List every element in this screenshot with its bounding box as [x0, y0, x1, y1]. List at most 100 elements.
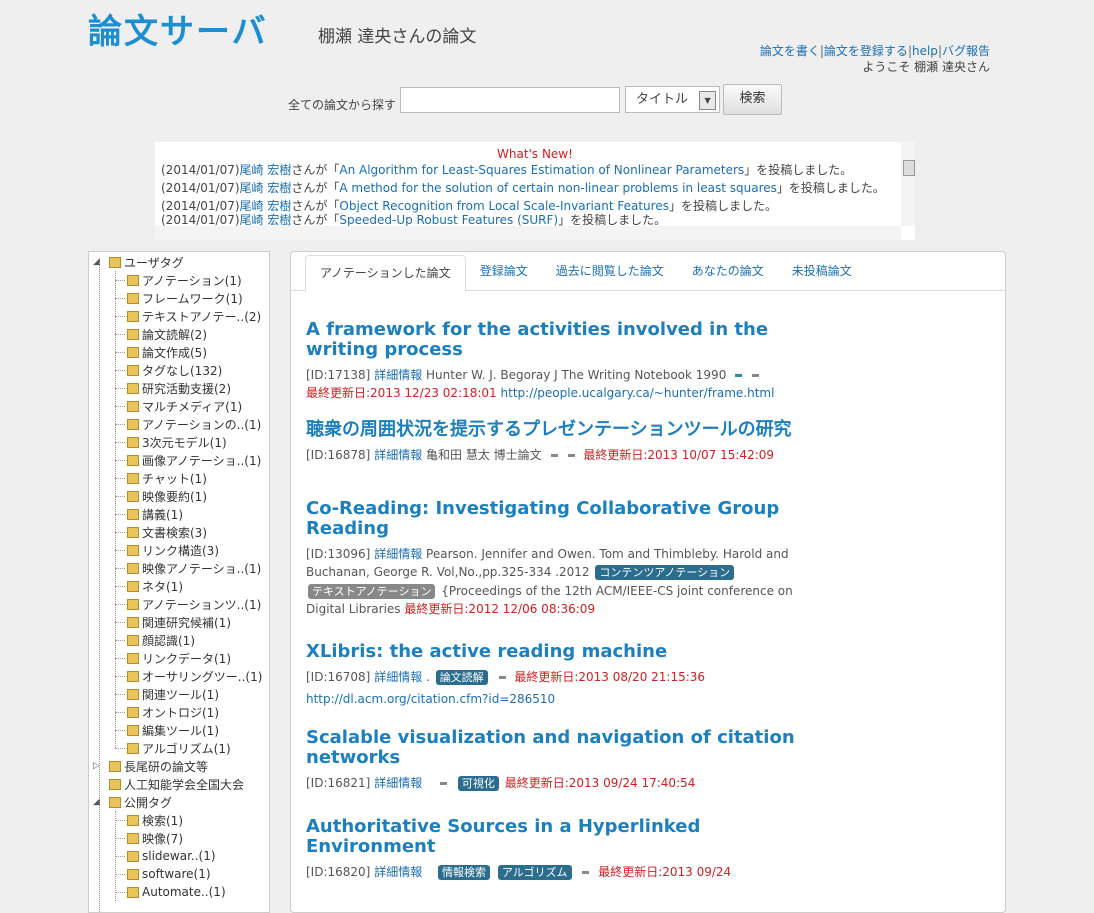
tree-node-tag[interactable]: チャット(1)	[127, 469, 207, 487]
search-input[interactable]	[400, 86, 621, 113]
dash-icon	[752, 374, 760, 377]
tag-badge[interactable]: 可視化	[457, 776, 499, 791]
folder-icon	[127, 472, 139, 484]
paper-title[interactable]: Scalable visualization and navigation of…	[306, 728, 806, 768]
tree-node-group[interactable]: 人工知能学会全国大会	[109, 775, 244, 793]
tree-node-label: 3次元モデル(1)	[142, 435, 227, 450]
paper-title[interactable]: Co-Reading: Investigating Collaborative …	[306, 499, 806, 539]
news-vertical-scrollbar[interactable]	[901, 142, 915, 226]
chevron-down-icon[interactable]: ▼	[699, 91, 717, 110]
tree-node-tag[interactable]: オーサリングツー..(1)	[127, 667, 262, 685]
tag-tree: ◢ ユーザタグ アノテーション(1) フレームワーク(1) テキストアノテー..(2) 論…	[88, 251, 270, 913]
tree-node-tag[interactable]: 講義(1)	[127, 505, 183, 523]
tree-node-tag[interactable]: 検索(1)	[127, 811, 183, 829]
tree-node-tag[interactable]: 編集ツール(1)	[127, 721, 219, 739]
tree-node-tag[interactable]: 映像要約(1)	[127, 487, 207, 505]
tree-node-tag[interactable]: 研究活動支援(2)	[127, 379, 231, 397]
bug-report-link[interactable]: バグ報告	[942, 44, 990, 58]
search-field-select[interactable]: タイトル ▼	[625, 86, 721, 113]
tree-node-tag[interactable]: 関連研究候補(1)	[127, 613, 231, 631]
paper-title[interactable]: 聴衆の周囲状況を提示するプレゼンテーションツールの研究	[306, 420, 806, 440]
tag-badge[interactable]: 情報検索	[438, 865, 491, 880]
tree-node-tag[interactable]: オントロジ(1)	[127, 703, 219, 721]
paper-title[interactable]: XLibris: the active reading machine	[306, 642, 806, 662]
tree-node-tag[interactable]: ネタ(1)	[127, 577, 183, 595]
tree-node-label: 論文読解(2)	[142, 327, 207, 342]
tree-node-tag[interactable]: アノテーションツ..(1)	[127, 595, 261, 613]
tree-node-tag[interactable]: 関連ツール(1)	[127, 685, 219, 703]
paper-title[interactable]: A framework for the activities involved …	[306, 320, 806, 360]
tree-node-tag[interactable]: 文書検索(3)	[127, 523, 207, 541]
tab-annotated[interactable]: アノテーションした論文	[305, 255, 466, 292]
tag-badge[interactable]: 論文読解	[435, 670, 488, 685]
tree-node-label: タグなし(132)	[142, 363, 223, 378]
detail-link[interactable]: 詳細情報	[374, 448, 422, 462]
tree-node-tag[interactable]: 論文読解(2)	[127, 325, 207, 343]
write-paper-link[interactable]: 論文を書く	[760, 44, 820, 58]
folder-icon	[127, 436, 139, 448]
news-horizontal-scrollbar[interactable]	[155, 226, 901, 240]
tree-node-tag[interactable]: Automate..(1)	[127, 883, 226, 901]
detail-link[interactable]: 詳細情報	[374, 368, 422, 382]
tree-node-tag[interactable]: マルチメディア(1)	[127, 397, 242, 415]
tree-node-label: リンクデータ(1)	[142, 651, 231, 666]
help-link[interactable]: help	[912, 44, 938, 58]
paper-url-link[interactable]: http://dl.acm.org/citation.cfm?id=286510	[306, 690, 555, 708]
tree-node-public-tags[interactable]: 公開タグ	[109, 793, 172, 811]
tree-node-tag[interactable]: タグなし(132)	[127, 361, 222, 379]
paper-title[interactable]: Authoritative Sources in a Hyperlinked E…	[306, 817, 806, 857]
tree-node-group[interactable]: 長尾研の論文等	[109, 757, 208, 775]
scroll-thumb[interactable]	[903, 160, 915, 176]
folder-icon	[109, 256, 121, 268]
tree-node-tag[interactable]: software(1)	[127, 865, 211, 883]
tab-your-papers[interactable]: あなたの論文	[678, 252, 778, 290]
tab-history[interactable]: 過去に閲覧した論文	[542, 252, 678, 290]
whats-new-title: What's New!	[497, 147, 573, 161]
tree-node-tag[interactable]: 3次元モデル(1)	[127, 433, 227, 451]
news-user-link[interactable]: 尾崎 宏樹	[240, 213, 292, 227]
search-field-value: タイトル	[636, 92, 689, 107]
tree-node-label: 映像(7)	[142, 831, 183, 846]
folder-icon	[127, 454, 139, 466]
news-paper-link[interactable]: An Algorithm for Least-Squares Estimatio…	[339, 163, 744, 177]
tag-badge[interactable]: アルゴリズム	[497, 865, 572, 880]
tag-badge[interactable]: コンテンツアノテーション	[595, 565, 735, 580]
tree-node-tag[interactable]: アノテーションの..(1)	[127, 415, 261, 433]
tree-node-tag[interactable]: 映像(7)	[127, 829, 183, 847]
tree-node-tag[interactable]: アルゴリズム(1)	[127, 739, 231, 757]
whats-new-panel: What's New! (2014/01/07)尾崎 宏樹さんが「An Algo…	[155, 142, 915, 240]
register-paper-link[interactable]: 論文を登録する	[824, 44, 908, 58]
tree-node-tag[interactable]: リンク構造(3)	[127, 541, 219, 559]
detail-link[interactable]: 詳細情報	[374, 670, 422, 684]
tree-node-tag[interactable]: 顔認識(1)	[127, 631, 195, 649]
paper-url-link[interactable]: http://people.ucalgary.ca/~hunter/frame.…	[501, 386, 775, 400]
tab-registered[interactable]: 登録論文	[466, 252, 542, 290]
detail-link[interactable]: 詳細情報	[374, 776, 422, 790]
tree-node-tag[interactable]: フレームワーク(1)	[127, 289, 243, 307]
detail-link[interactable]: 詳細情報	[374, 865, 422, 879]
tree-node-label: 文書検索(3)	[142, 525, 207, 540]
folder-icon	[127, 850, 139, 862]
tree-node-tag[interactable]: 論文作成(5)	[127, 343, 207, 361]
tree-node-tag[interactable]: リンクデータ(1)	[127, 649, 231, 667]
folder-icon	[127, 490, 139, 502]
tree-node-tag[interactable]: 映像アノテーショ..(1)	[127, 559, 261, 577]
detail-link[interactable]: 詳細情報	[374, 547, 422, 561]
site-title[interactable]: 論文サーバ	[88, 4, 268, 53]
news-user-link[interactable]: 尾崎 宏樹	[240, 163, 292, 177]
news-user-link[interactable]: 尾崎 宏樹	[240, 181, 292, 195]
tag-badge[interactable]: テキストアノテーション	[308, 584, 436, 599]
folder-icon	[127, 706, 139, 718]
search-button[interactable]: 検索	[723, 84, 783, 115]
tree-node-user-tags[interactable]: ユーザタグ	[109, 253, 184, 271]
tab-unsubmitted[interactable]: 未投稿論文	[778, 252, 866, 290]
news-paper-link[interactable]: A method for the solution of certain non…	[339, 181, 777, 195]
tree-node-tag[interactable]: テキストアノテー..(2)	[127, 307, 261, 325]
folder-icon	[127, 274, 139, 286]
news-paper-link[interactable]: Speeded-Up Robust Features (SURF)	[339, 213, 558, 227]
tree-node-tag[interactable]: slidewar..(1)	[127, 847, 216, 865]
tree-node-tag[interactable]: 画像アノテーショ..(1)	[127, 451, 261, 469]
dash-icon	[582, 871, 590, 874]
folder-icon	[127, 292, 139, 304]
tree-node-tag[interactable]: アノテーション(1)	[127, 271, 242, 289]
